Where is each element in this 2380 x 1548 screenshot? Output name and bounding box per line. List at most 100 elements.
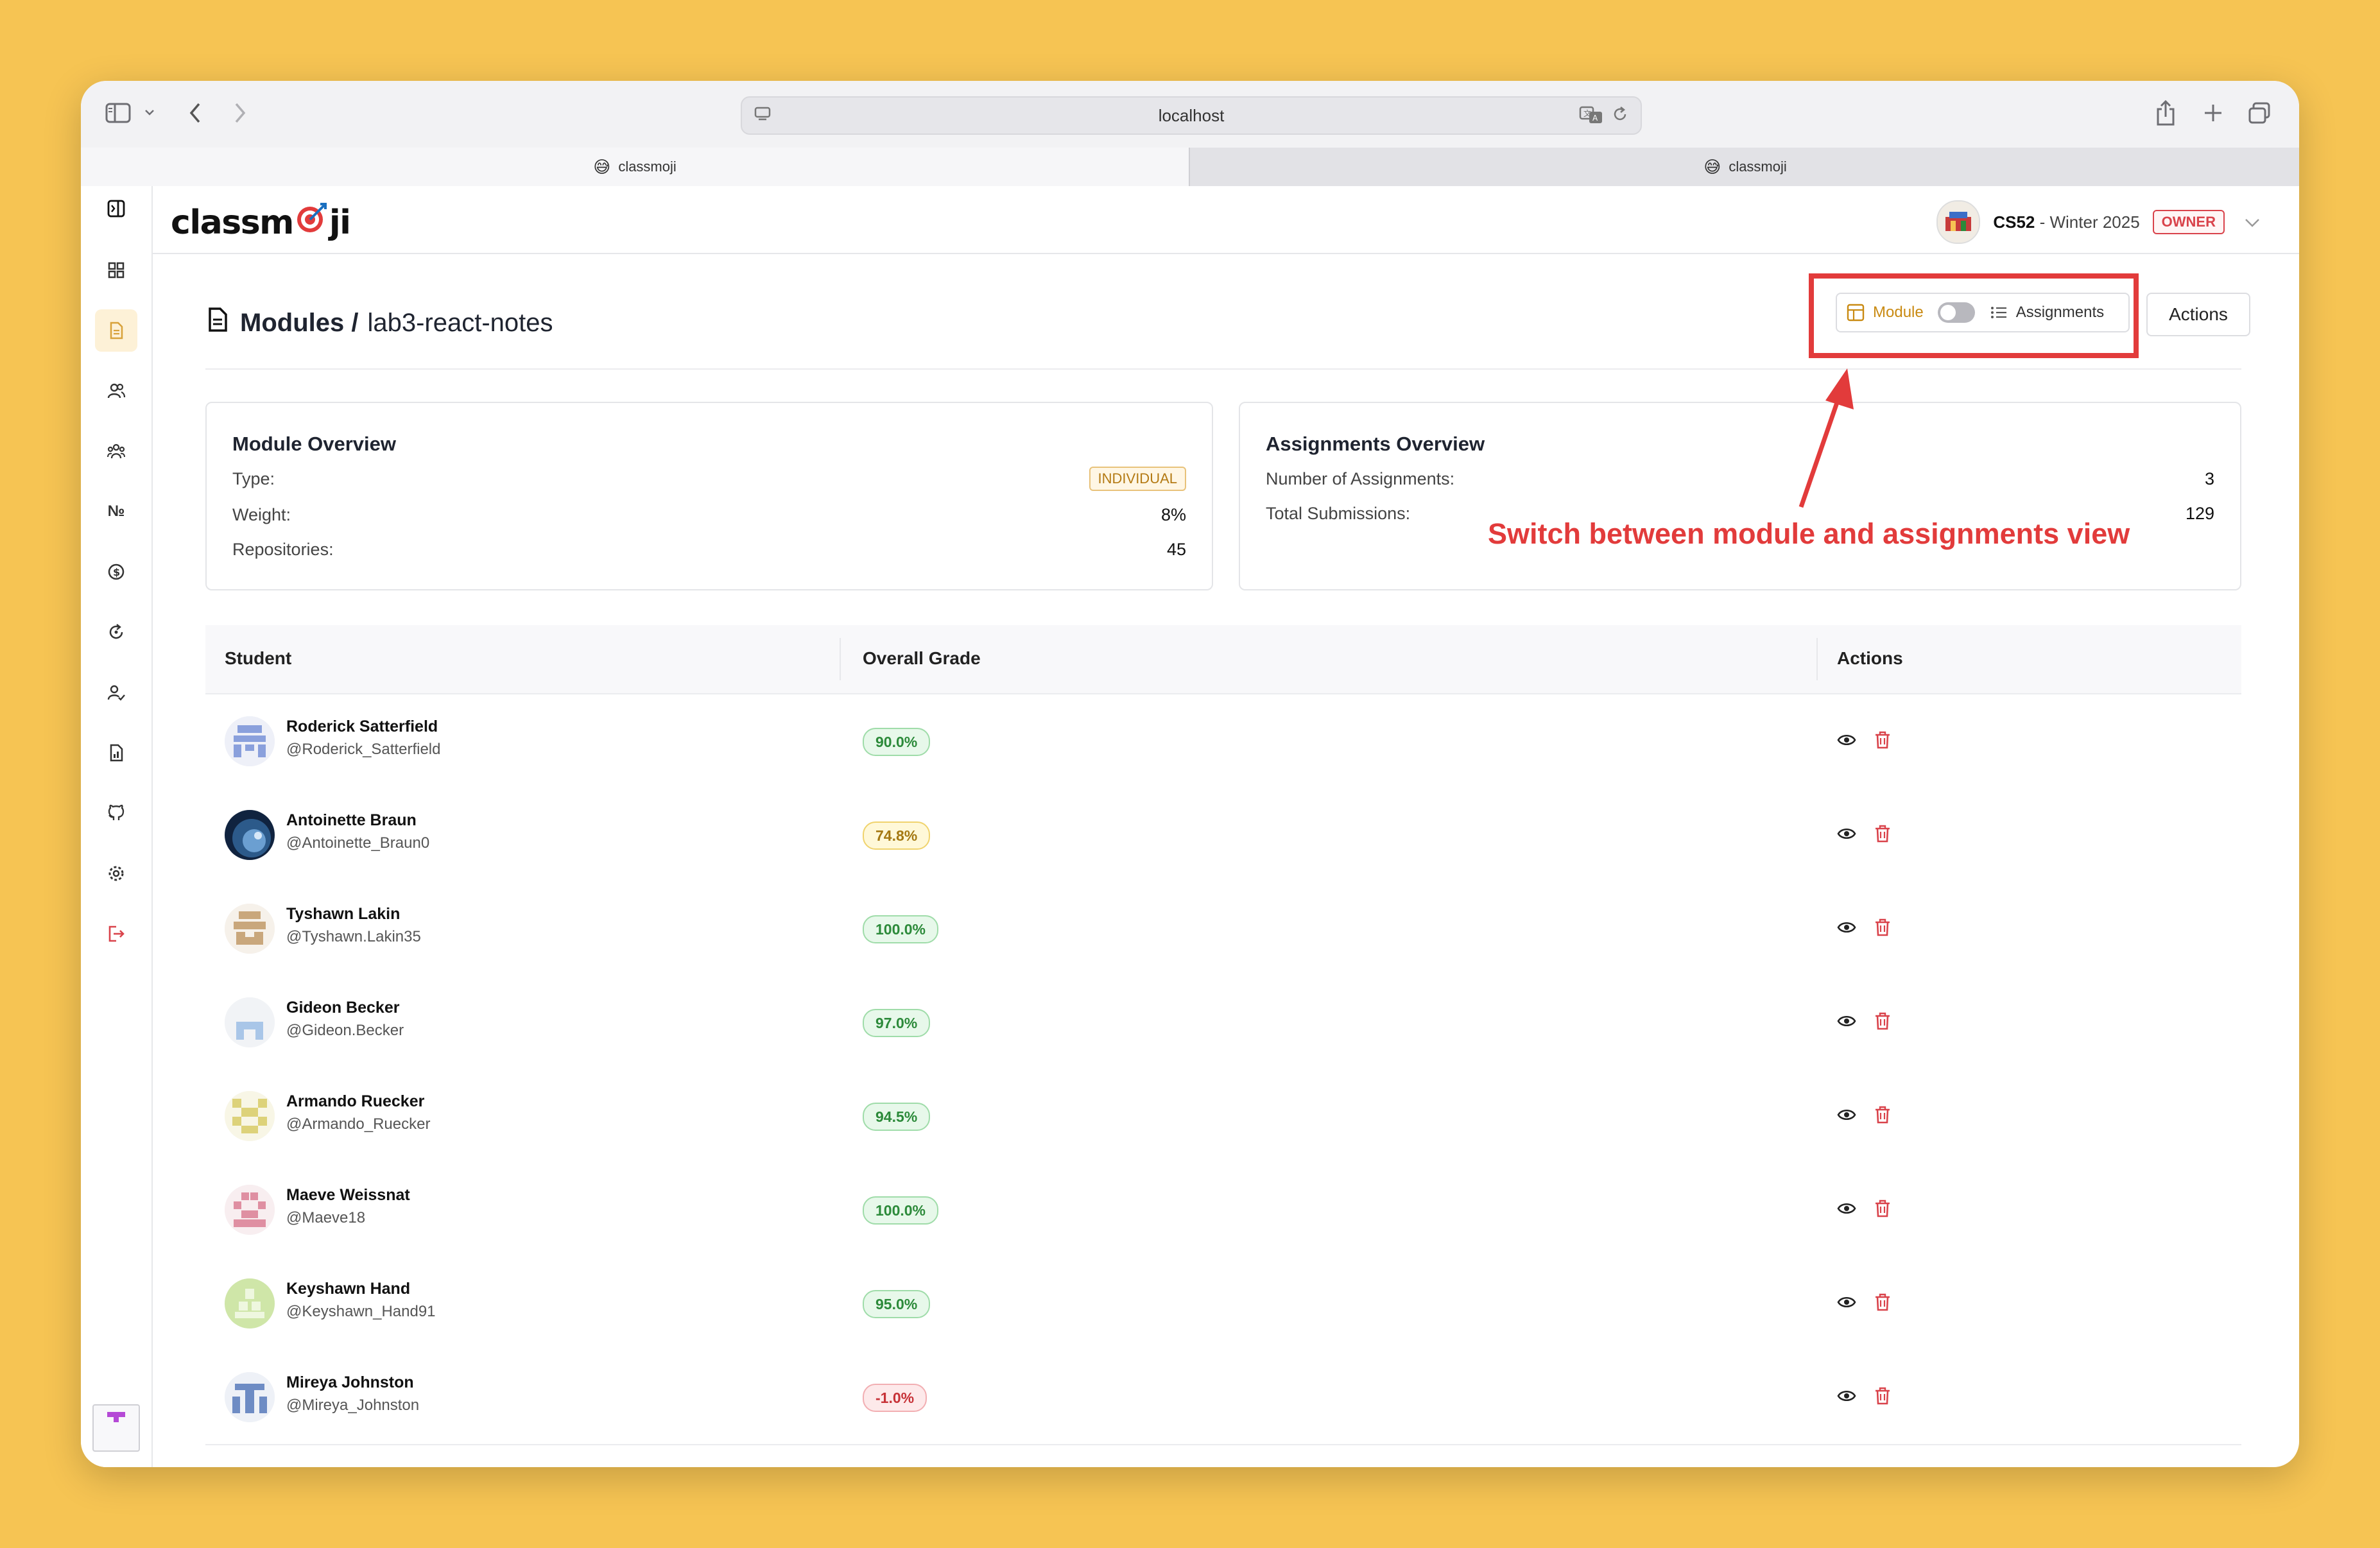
table-row[interactable]: Mireya Johnston @Mireya_Johnston -1.0% [205, 1350, 2241, 1445]
student-name[interactable]: Roderick Satterfield [286, 718, 438, 736]
tab-classmoji-2[interactable]: 😅 classmoji [1189, 148, 2299, 186]
header-grade[interactable]: Overall Grade [863, 648, 981, 669]
avatar [225, 1091, 275, 1141]
module-weight-row: Weight: 8% [232, 502, 1186, 528]
delete-icon[interactable] [1874, 730, 1891, 753]
share-icon[interactable] [2155, 99, 2176, 127]
student-name[interactable]: Antoinette Braun [286, 811, 417, 830]
grinning-sweat-emoji-icon: 😅 [1703, 157, 1721, 176]
view-icon[interactable] [1837, 1200, 1856, 1220]
subs-value: 129 [2185, 503, 2214, 523]
table-row[interactable]: Armando Ruecker @Armando_Ruecker 94.5% [205, 1069, 2241, 1164]
delete-icon[interactable] [1874, 824, 1891, 847]
view-icon[interactable] [1837, 919, 1856, 939]
app-header: classm ji CS52 - Winter 2025 OWNER [81, 186, 2299, 254]
subs-label: Total Submissions: [1266, 503, 1411, 523]
annotation-text: Switch between module and assignments vi… [1488, 517, 2130, 550]
tab-classmoji-1[interactable]: 😅 classmoji [81, 148, 1189, 186]
course-name: CS52 - Winter 2025 [1993, 212, 2139, 232]
delete-icon[interactable] [1874, 1199, 1891, 1221]
url-text: localhost [1158, 105, 1225, 125]
student-handle: @Armando_Ruecker [286, 1115, 431, 1133]
logo-text-right: ji [329, 203, 351, 242]
logout-icon[interactable] [95, 913, 137, 955]
settings-icon[interactable] [95, 852, 137, 895]
sidebar-toggle-icon[interactable] [105, 103, 131, 123]
view-icon[interactable] [1837, 1106, 1856, 1126]
page-menu-icon[interactable] [754, 105, 772, 128]
count-value: 3 [2204, 469, 2214, 488]
forward-icon[interactable] [232, 101, 248, 125]
target-emoji-icon [295, 202, 328, 243]
svg-text:$: $ [113, 566, 120, 578]
new-tab-icon[interactable] [2203, 103, 2223, 123]
count-label: Number of Assignments: [1266, 469, 1455, 488]
delete-icon[interactable] [1874, 1105, 1891, 1128]
student-name[interactable]: Armando Ruecker [286, 1092, 424, 1111]
breadcrumb-root[interactable]: Modules / [240, 309, 358, 338]
view-icon[interactable] [1837, 1294, 1856, 1314]
teams-icon[interactable] [95, 430, 137, 472]
header-student[interactable]: Student [225, 648, 291, 669]
assignments-count-row: Number of Assignments: 3 [1266, 466, 2214, 492]
url-bar[interactable]: localhost 文A [741, 96, 1642, 135]
view-icon[interactable] [1837, 825, 1856, 845]
modules-icon[interactable] [95, 309, 137, 352]
translate-icon[interactable]: 文A [1579, 105, 1603, 129]
table-row[interactable]: Roderick Satterfield @Roderick_Satterfie… [205, 694, 2241, 789]
reload-icon[interactable] [1611, 105, 1629, 128]
svg-text:文: 文 [1583, 108, 1591, 118]
students-icon[interactable] [95, 370, 137, 412]
grade-badge: 100.0% [863, 915, 939, 943]
delete-icon[interactable] [1874, 1011, 1891, 1034]
chevron-down-icon[interactable] [144, 108, 155, 117]
tab-overview-icon[interactable] [2248, 101, 2271, 125]
student-name[interactable]: Maeve Weissnat [286, 1186, 410, 1205]
app-logo[interactable]: classm ji [171, 202, 351, 243]
tokens-icon[interactable]: $ [95, 551, 137, 593]
table-row[interactable]: Gideon Becker @Gideon.Becker 97.0% [205, 976, 2241, 1071]
table-row[interactable]: Maeve Weissnat @Maeve18 100.0% [205, 1163, 2241, 1258]
delete-icon[interactable] [1874, 1293, 1891, 1315]
type-badge: INDIVIDUAL [1089, 467, 1186, 491]
student-handle: @Gideon.Becker [286, 1022, 404, 1039]
avatar [225, 904, 275, 954]
reports-icon[interactable] [95, 732, 137, 774]
student-handle: @Antoinette_Braun0 [286, 834, 430, 852]
browser-window: localhost 文A 😅 classmoji 😅 classmoji cla… [81, 81, 2299, 1467]
collapse-sidebar-icon[interactable] [95, 187, 137, 230]
table-row[interactable]: Antoinette Braun @Antoinette_Braun0 74.8… [205, 788, 2241, 883]
grade-badge: 97.0% [863, 1009, 931, 1037]
view-icon[interactable] [1837, 1013, 1856, 1033]
course-code: CS52 [1993, 212, 2035, 232]
view-icon[interactable] [1837, 732, 1856, 752]
repos-value: 45 [1166, 539, 1186, 559]
student-name[interactable]: Gideon Becker [286, 999, 399, 1017]
dashboard-icon[interactable] [95, 249, 137, 291]
assistants-icon[interactable] [95, 671, 137, 714]
course-selector[interactable]: CS52 - Winter 2025 OWNER [1936, 200, 2261, 244]
actions-button[interactable]: Actions [2146, 293, 2250, 336]
grade-badge: -1.0% [863, 1384, 927, 1412]
student-handle: @Mireya_Johnston [286, 1397, 420, 1414]
student-name[interactable]: Mireya Johnston [286, 1373, 414, 1392]
numero-icon[interactable]: № [95, 490, 137, 533]
github-icon[interactable] [95, 792, 137, 834]
table-row[interactable]: Tyshawn Lakin @Tyshawn.Lakin35 100.0% [205, 882, 2241, 977]
column-divider [1816, 638, 1818, 680]
grinning-sweat-emoji-icon: 😅 [593, 157, 611, 176]
grade-badge: 74.8% [863, 821, 931, 850]
student-name[interactable]: Tyshawn Lakin [286, 905, 400, 924]
tetris-icon[interactable] [92, 1404, 140, 1452]
delete-icon[interactable] [1874, 918, 1891, 940]
back-icon[interactable] [187, 101, 203, 125]
delete-icon[interactable] [1874, 1386, 1891, 1409]
column-divider [840, 638, 841, 680]
assignments-overview-title: Assignments Overview [1266, 433, 1485, 455]
table-row[interactable]: Keyshawn Hand @Keyshawn_Hand91 95.0% [205, 1257, 2241, 1352]
regrade-icon[interactable] [95, 611, 137, 653]
view-icon[interactable] [1837, 1388, 1856, 1407]
chevron-down-icon[interactable] [2244, 212, 2261, 232]
avatar [225, 810, 275, 860]
student-name[interactable]: Keyshawn Hand [286, 1280, 410, 1298]
